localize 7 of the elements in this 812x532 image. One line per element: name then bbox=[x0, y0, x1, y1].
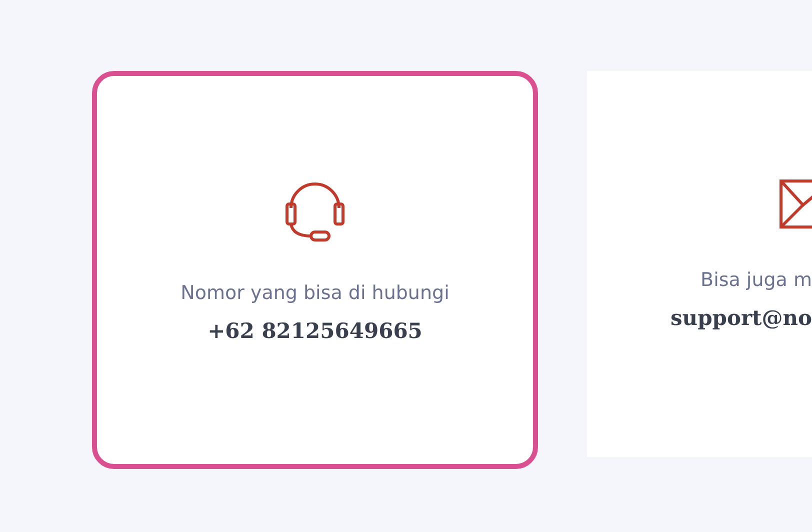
contact-label: Nomor yang bisa di hubungi bbox=[180, 280, 450, 306]
contact-label: Bisa juga m bbox=[700, 268, 812, 292]
contact-value: +62 82125649665 bbox=[208, 318, 422, 342]
contact-card[interactable]: Nomor yang bisa di hubungi +62 82125649665 bbox=[92, 71, 538, 469]
envelope-icon bbox=[779, 178, 812, 228]
contact-card[interactable]: Bisa juga m support@no bbox=[587, 71, 812, 457]
contact-value: support@no bbox=[670, 304, 812, 330]
